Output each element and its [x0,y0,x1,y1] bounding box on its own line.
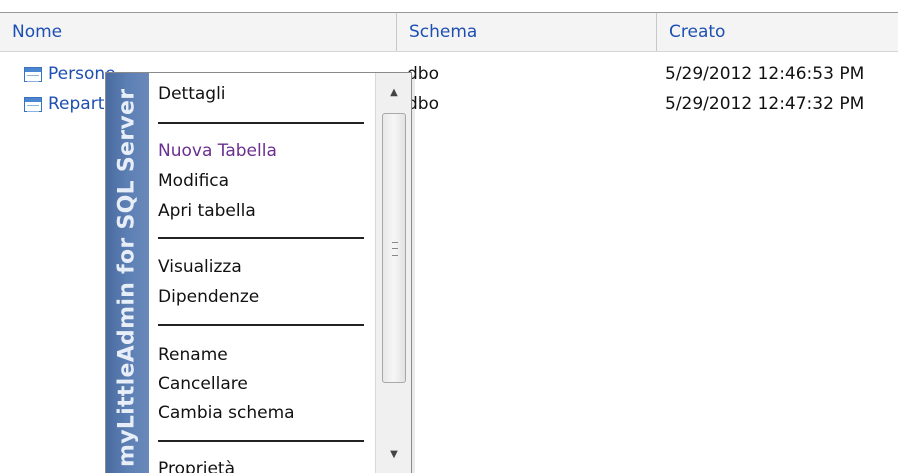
menu-separator [158,440,364,442]
grip-icon [392,242,398,256]
menu-item-change-schema[interactable]: Cambia schema [158,399,295,427]
column-header-row: Nome Schema Creato [0,13,898,52]
scroll-down-button[interactable]: ▼ [376,441,411,467]
menu-item-view[interactable]: Visualizza [158,253,242,281]
table-icon [24,96,42,112]
column-header-created[interactable]: Creato [657,13,898,51]
table-icon [24,66,42,82]
menu-item-delete[interactable]: Cancellare [158,370,248,398]
menu-separator [158,237,364,239]
chevron-up-icon: ▲ [390,86,398,98]
context-menu-brand-label: myLittleAdmin for SQL Server [114,88,140,467]
menu-separator [158,324,364,326]
scroll-up-button[interactable]: ▲ [376,79,411,105]
menu-item-new-table[interactable]: Nuova Tabella [158,137,277,165]
column-header-name[interactable]: Nome [0,13,396,51]
menu-separator [158,122,364,124]
row-name-cell[interactable]: Reparti [24,89,109,119]
menu-item-properties[interactable]: Proprietà [158,455,235,473]
menu-item-rename[interactable]: Rename [158,341,228,369]
column-header-schema[interactable]: Schema [397,13,656,51]
menu-item-edit[interactable]: Modifica [158,167,229,195]
menu-item-open-table[interactable]: Apri tabella [158,197,256,225]
chevron-down-icon: ▼ [390,448,398,460]
scroll-thumb[interactable] [382,113,406,383]
context-menu-scrollbar[interactable]: ▲ ▼ [375,73,411,473]
row-created: 5/29/2012 12:47:32 PM [665,94,865,114]
menu-item-dependencies[interactable]: Dipendenze [158,283,259,311]
row-name[interactable]: Reparti [48,89,109,119]
row-created: 5/29/2012 12:46:53 PM [665,64,865,84]
context-menu: myLittleAdmin for SQL Server Dettagli Nu… [105,72,412,473]
list-header: Nome Schema Creato [0,0,898,52]
context-menu-side-banner: myLittleAdmin for SQL Server [106,73,149,473]
row-name-cell[interactable]: Persone [24,59,116,89]
menu-item-details[interactable]: Dettagli [158,80,226,108]
